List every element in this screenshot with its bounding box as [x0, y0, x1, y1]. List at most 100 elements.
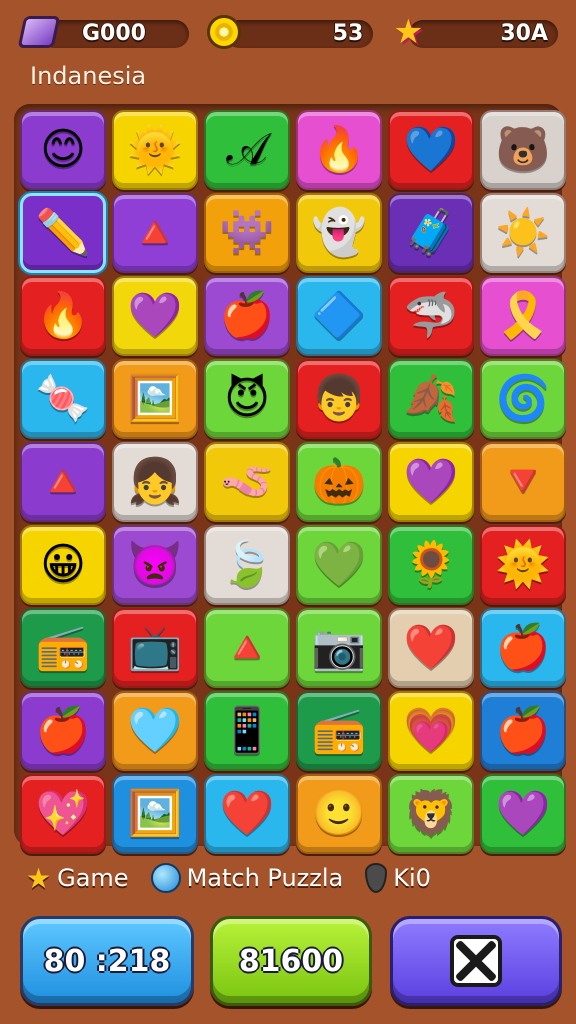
apple-icon: 🍎	[495, 622, 551, 673]
board-tile[interactable]: 🐻	[480, 110, 566, 190]
board-tile[interactable]: ✏️	[20, 193, 106, 273]
board-tile[interactable]: ❤️	[388, 608, 474, 688]
board-tile[interactable]: 🍎	[480, 691, 566, 771]
board-tile[interactable]: 🍎	[480, 608, 566, 688]
board-tile[interactable]: 🔺	[204, 608, 290, 688]
score-button[interactable]: 81600	[210, 916, 372, 1006]
board-tile[interactable]: 🌀	[480, 359, 566, 439]
board-tile[interactable]: 😀	[20, 525, 106, 605]
board-tile[interactable]: 🪱	[204, 442, 290, 522]
suitcase-icon: 🧳	[403, 207, 459, 258]
cone-face-icon: 🔺	[127, 207, 183, 258]
board-tile[interactable]: 🙂	[296, 774, 382, 854]
heart-icon: 💙	[403, 124, 459, 175]
board-tile[interactable]: 🍎	[204, 276, 290, 356]
board-tile[interactable]: 🍃	[204, 525, 290, 605]
sun-icon: 🌞	[495, 539, 551, 590]
board-tile[interactable]: 🩵	[112, 691, 198, 771]
legend: ★ Game Match Puzzla Ki0	[26, 856, 556, 900]
board-tile[interactable]: 📱	[204, 691, 290, 771]
gems-counter[interactable]: G000	[17, 12, 189, 52]
phone-icon: 📱	[219, 705, 275, 756]
board-tile[interactable]: 💜	[480, 774, 566, 854]
board-tile[interactable]: 💙	[388, 110, 474, 190]
board-tile[interactable]: 👿	[112, 525, 198, 605]
board-tile[interactable]: 💗	[388, 691, 474, 771]
board-tile[interactable]: 👾	[204, 193, 290, 273]
board-tile[interactable]: 🧳	[388, 193, 474, 273]
blob-face-icon: 😈	[224, 373, 270, 424]
heart-icon: 💜	[127, 290, 183, 341]
blue-orb-icon	[150, 863, 181, 893]
cone-face-icon: 🔺	[219, 622, 275, 673]
board-tile[interactable]: 🍬	[20, 359, 106, 439]
boy-face-icon: 😊	[40, 124, 86, 175]
board-tile[interactable]: 👧	[112, 442, 198, 522]
board-tile[interactable]: ☀️	[480, 193, 566, 273]
heart-icon: ❤️	[403, 622, 459, 673]
worm-icon: 🪱	[219, 456, 275, 507]
board-tile[interactable]: 🔥	[296, 110, 382, 190]
coin-icon	[203, 11, 245, 53]
close-button[interactable]	[390, 916, 562, 1006]
board-tile[interactable]: 💖	[20, 774, 106, 854]
cone-face-icon: 🔻	[495, 456, 551, 507]
frame-icon: 🖼️	[127, 373, 183, 424]
board-tile[interactable]: 👦	[296, 359, 382, 439]
legend-item-ki: Ki0	[365, 863, 431, 893]
board-tile[interactable]: 🔻	[480, 442, 566, 522]
heart-icon: 💜	[403, 456, 459, 507]
score-value: 81600	[238, 943, 344, 979]
board-tile[interactable]: 💚	[296, 525, 382, 605]
cone-face-icon: 🔷	[311, 290, 367, 341]
star-icon: ★	[393, 12, 424, 52]
board-tile[interactable]: 𝒜	[204, 110, 290, 190]
board-tile[interactable]: 😈	[204, 359, 290, 439]
boy-face-icon: 👧	[127, 456, 183, 507]
star-icon: ★	[26, 861, 52, 895]
region-title: Indanesia	[30, 62, 147, 90]
pencil-icon: ✏️	[35, 207, 91, 258]
board-tile[interactable]: 🔷	[296, 276, 382, 356]
board-tile[interactable]: 🦈	[388, 276, 474, 356]
swirl-ball-icon: 🌀	[495, 373, 551, 424]
board-tile[interactable]: ❤️	[204, 774, 290, 854]
board-tile[interactable]: 🖼️	[112, 359, 198, 439]
heart-icon: 💚	[311, 539, 367, 590]
sun-icon: ☀️	[495, 207, 551, 258]
board-tile[interactable]: 🌻	[388, 525, 474, 605]
board-tile[interactable]: 🔥	[20, 276, 106, 356]
heart-icon: 💖	[35, 788, 91, 839]
apple-icon: 🍎	[35, 705, 91, 756]
boy-face-icon: 😀	[40, 539, 86, 590]
board-tile[interactable]: 🍂	[388, 359, 474, 439]
board-tile[interactable]: 📻	[20, 608, 106, 688]
board-tile[interactable]: 🌞	[112, 110, 198, 190]
board-tile[interactable]: 👻	[296, 193, 382, 273]
board-tile[interactable]: 🖼️	[112, 774, 198, 854]
board-tile[interactable]: 🎃	[296, 442, 382, 522]
board-tile[interactable]: 🎗️	[480, 276, 566, 356]
coins-counter[interactable]: 53	[203, 12, 374, 52]
stars-counter[interactable]: ★ 30A	[387, 12, 559, 52]
apple-icon: 🍎	[495, 705, 551, 756]
tv-icon: 📺	[127, 622, 183, 673]
board-tile[interactable]: 💜	[388, 442, 474, 522]
board-tile[interactable]: 🦁	[388, 774, 474, 854]
timer-value: 80 :218	[43, 943, 171, 979]
radio-icon: 📻	[311, 705, 367, 756]
board-tile[interactable]: 🔺	[112, 193, 198, 273]
heart-icon: ❤️	[219, 788, 275, 839]
timer-button[interactable]: 80 :218	[20, 916, 194, 1006]
board-tile[interactable]: 💜	[112, 276, 198, 356]
spiky-face-icon: 👿	[127, 539, 183, 590]
legend-label-match: Match Puzzla	[186, 864, 344, 892]
leaf-icon: 🍃	[219, 539, 275, 590]
board-tile[interactable]: 🍎	[20, 691, 106, 771]
board-tile[interactable]: 📻	[296, 691, 382, 771]
board-tile[interactable]: 📷	[296, 608, 382, 688]
board-tile[interactable]: 🌞	[480, 525, 566, 605]
board-tile[interactable]: 📺	[112, 608, 198, 688]
board-tile[interactable]: 🔺	[20, 442, 106, 522]
board-tile[interactable]: 😊	[20, 110, 106, 190]
